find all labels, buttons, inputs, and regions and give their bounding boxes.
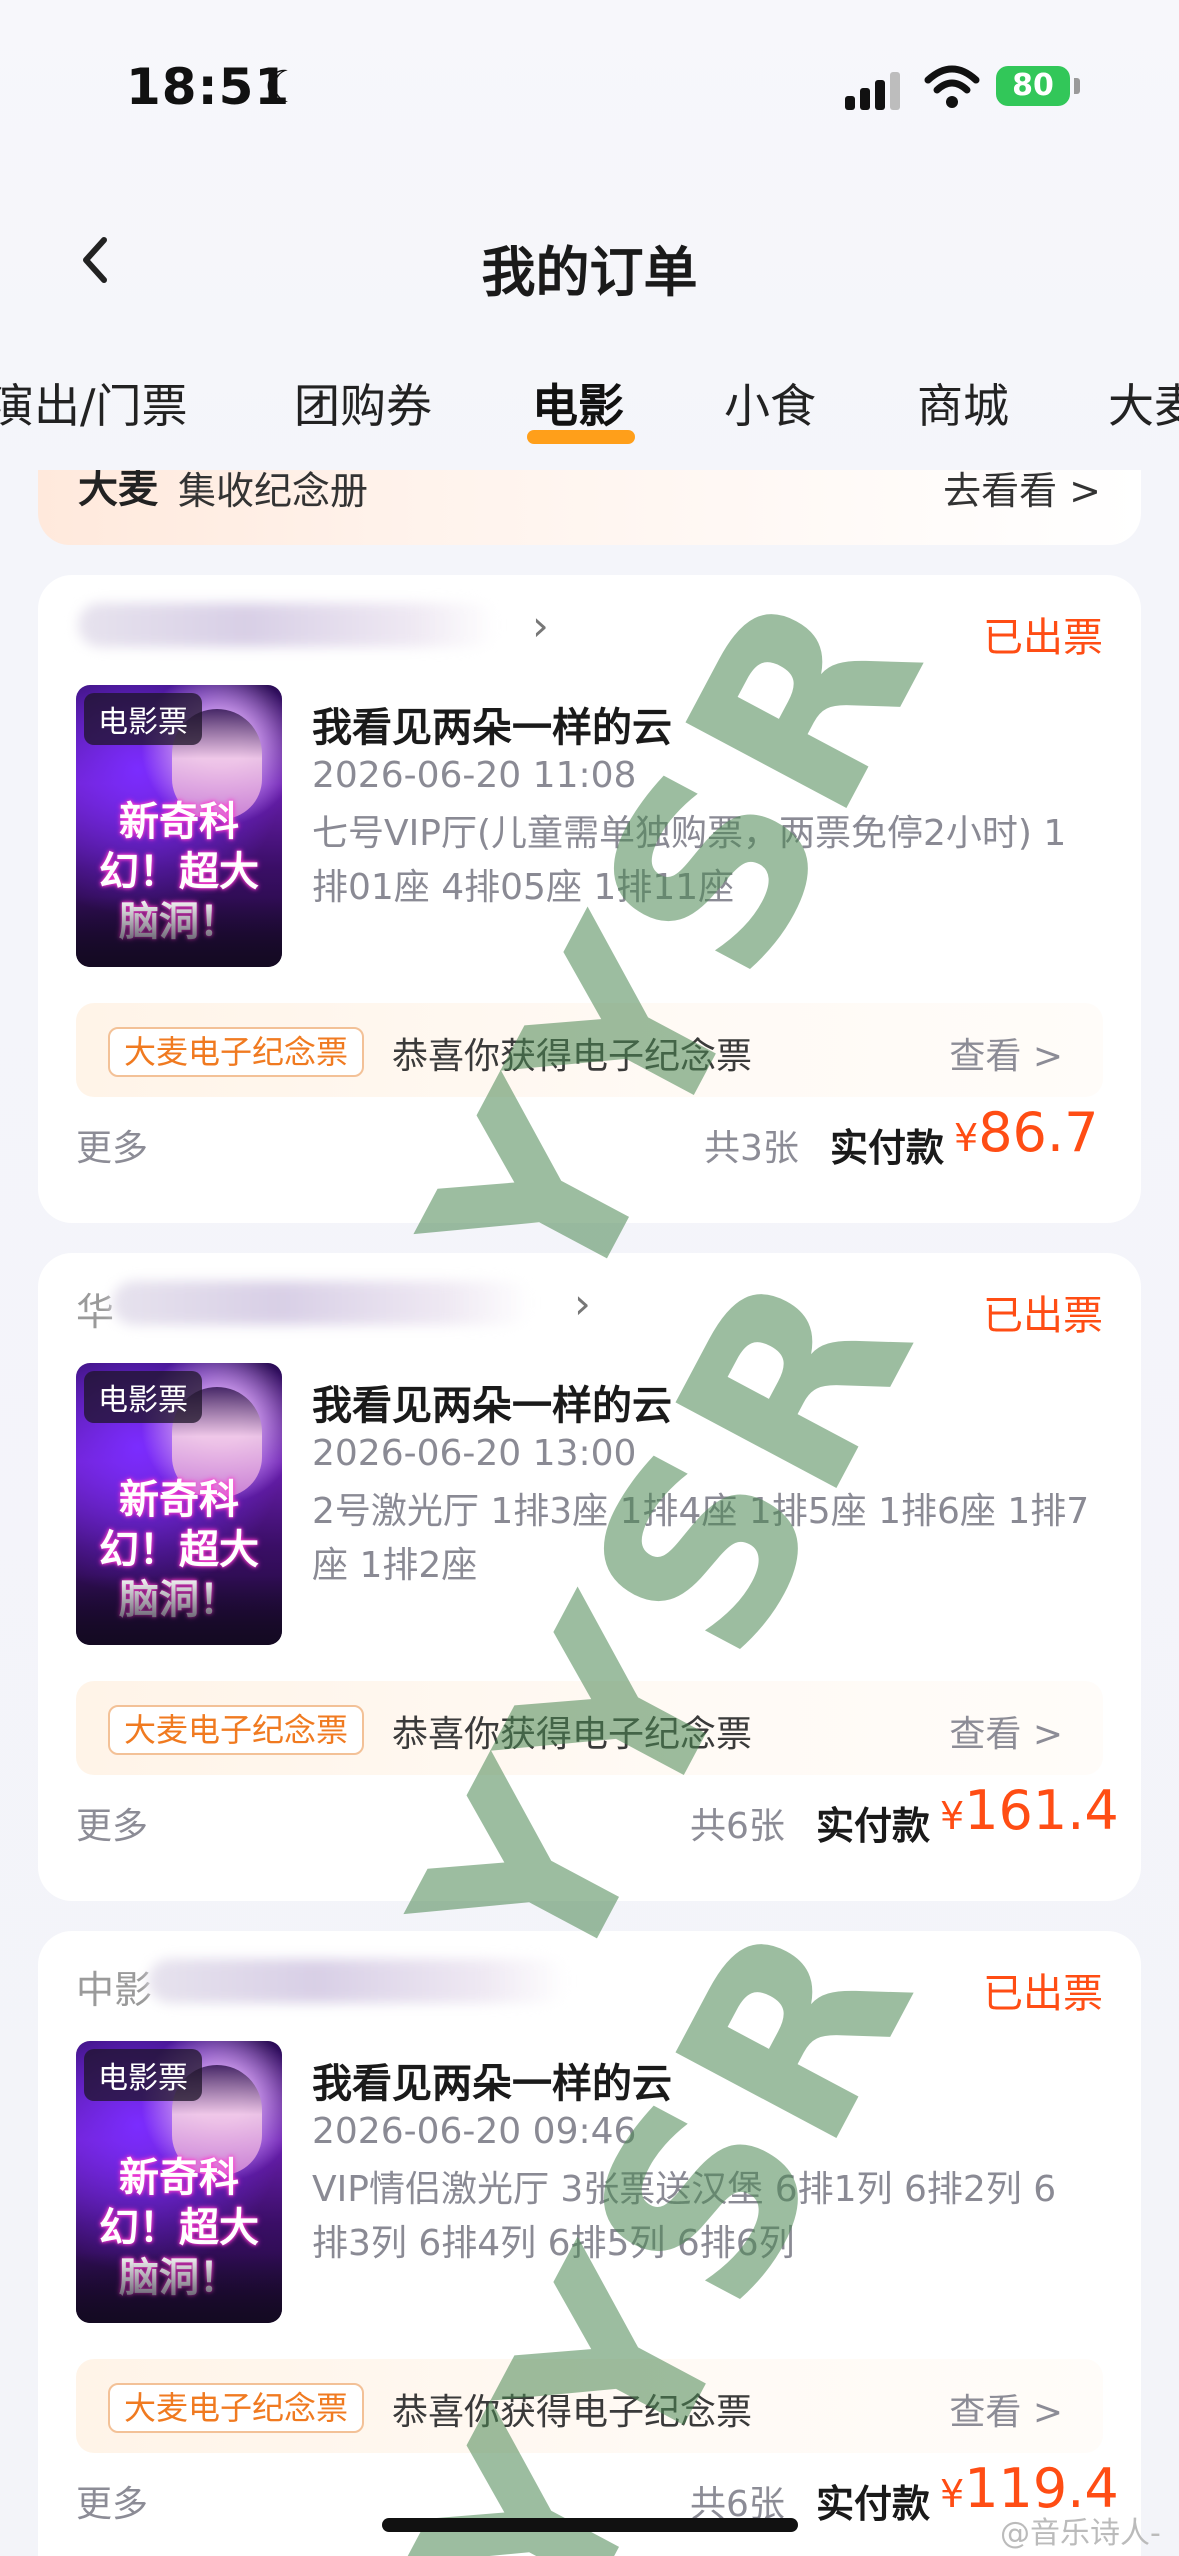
poster-footer: [76, 1575, 282, 1645]
poster-tag: 电影票: [84, 693, 202, 745]
battery-cap: [1074, 78, 1080, 94]
currency-symbol: ¥: [940, 2472, 965, 2516]
souvenir-ticket-bar[interactable]: 大麦电子纪念票 恭喜你获得电子纪念票 查看 >: [76, 1003, 1103, 1097]
paid-label: 实付款: [830, 1126, 945, 1170]
chevron-right-icon[interactable]: ›: [574, 1279, 591, 1328]
banner-text: 集收纪念册: [178, 470, 369, 513]
shop-name-blurred: [148, 1959, 568, 2003]
page-title: 我的订单: [481, 241, 698, 304]
order-status: 已出票: [983, 1293, 1103, 1339]
shop-name-prefix: 华: [76, 1290, 115, 1334]
hall-seats: 2号激光厅 1排3座 1排4座 1排5座 1排6座 1排7座 1排2座: [312, 1491, 1090, 1586]
movie-title: 我看见两朵一样的云: [312, 2061, 672, 2107]
movie-title: 我看见两朵一样的云: [312, 705, 672, 751]
view-souvenir-link[interactable]: 查看 >: [949, 2383, 1063, 2435]
movie-title: 我看见两朵一样的云: [312, 1383, 672, 1429]
tab-damai[interactable]: 大麦: [1108, 370, 1179, 436]
weibo-credit: @音乐诗人-: [1000, 2516, 1161, 2551]
order-card[interactable]: 中影 已出票 电影票 新奇科幻！超大脑洞！ 我看见两朵一样的云 2026-06-…: [38, 1931, 1141, 2556]
hall-seats: VIP情侣激光厅 3张票送汉堡 6排1列 6排2列 6排3列 6排4列 6排5列…: [312, 2169, 1057, 2264]
movie-poster[interactable]: 电影票 新奇科幻！超大脑洞！: [76, 2041, 282, 2323]
screen: 18:51 ☾ 80 我的订单 演出/门票 团购券 电影 小食 商城 大麦 大麦…: [0, 0, 1179, 2556]
paid-amount: ¥161.4: [940, 1779, 1119, 1842]
wifi-icon: [924, 65, 980, 108]
price-value: 161.4: [964, 1779, 1119, 1842]
poster-footer: [76, 2253, 282, 2323]
moon-icon: ☾: [264, 62, 304, 113]
souvenir-badge: 大麦电子纪念票: [108, 1027, 365, 1077]
tab-mall[interactable]: 商城: [917, 370, 1009, 436]
souvenir-ticket-bar[interactable]: 大麦电子纪念票 恭喜你获得电子纪念票 查看 >: [76, 1681, 1103, 1775]
home-indicator[interactable]: [382, 2518, 798, 2532]
souvenir-badge: 大麦电子纪念票: [108, 1705, 365, 1755]
active-tab-indicator: [527, 430, 635, 444]
ticket-count: 共3张: [704, 1128, 799, 1169]
currency-symbol: ¥: [954, 1116, 979, 1160]
movie-poster[interactable]: 电影票 新奇科幻！超大脑洞！: [76, 1363, 282, 1645]
price-value: 86.7: [978, 1101, 1099, 1164]
order-card[interactable]: › 已出票 电影票 新奇科幻！超大脑洞！ 我看见两朵一样的云 2026-06-2…: [38, 575, 1141, 1223]
poster-tag: 电影票: [84, 2049, 202, 2101]
movie-poster[interactable]: 电影票 新奇科幻！超大脑洞！: [76, 685, 282, 967]
hall-seats: 七号VIP厅(儿童需单独购票，两票免停2小时) 1排01座 4排05座 1排11…: [312, 813, 1067, 908]
showtime: 2026-06-20 09:46: [312, 2111, 637, 2152]
tab-group-coupons[interactable]: 团购券: [294, 370, 432, 436]
tab-snacks[interactable]: 小食: [724, 370, 816, 436]
souvenir-text: 恭喜你获得电子纪念票: [392, 1714, 753, 1755]
poster-footer: [76, 897, 282, 967]
view-souvenir-link[interactable]: 查看 >: [949, 1027, 1063, 1079]
souvenir-album-banner[interactable]: 大麦 集收纪念册 去看看 >: [38, 470, 1141, 545]
paid-label: 实付款: [816, 2482, 931, 2526]
currency-symbol: ¥: [940, 1794, 965, 1838]
poster-tag: 电影票: [84, 1371, 202, 1423]
order-status: 已出票: [983, 615, 1103, 661]
battery-icon: 80: [996, 66, 1070, 106]
order-status: 已出票: [983, 1971, 1103, 2017]
showtime: 2026-06-20 11:08: [312, 755, 637, 796]
chevron-right-icon[interactable]: ›: [532, 601, 549, 650]
view-souvenir-link[interactable]: 查看 >: [949, 1705, 1063, 1757]
status-bar: 18:51 ☾ 80: [0, 0, 1179, 170]
shop-name-blurred: [78, 603, 498, 647]
showtime: 2026-06-20 13:00: [312, 1433, 637, 1474]
damai-logo: 大麦: [78, 470, 158, 512]
paid-amount: ¥86.7: [954, 1101, 1098, 1164]
signal-icon: [845, 70, 905, 110]
souvenir-badge: 大麦电子纪念票: [108, 2383, 365, 2433]
ticket-count: 共6张: [690, 1806, 785, 1847]
tab-movies[interactable]: 电影: [532, 370, 624, 436]
souvenir-ticket-bar[interactable]: 大麦电子纪念票 恭喜你获得电子纪念票 查看 >: [76, 2359, 1103, 2453]
more-button[interactable]: 更多: [76, 2475, 148, 2527]
more-button[interactable]: 更多: [76, 1797, 148, 1849]
paid-label: 实付款: [816, 1804, 931, 1848]
tab-bar: 演出/门票 团购券 电影 小食 商城 大麦: [0, 370, 1179, 480]
tab-shows[interactable]: 演出/门票: [0, 370, 188, 436]
souvenir-text: 恭喜你获得电子纪念票: [392, 2392, 753, 2433]
souvenir-text: 恭喜你获得电子纪念票: [392, 1036, 753, 1077]
banner-action[interactable]: 去看看 >: [943, 470, 1101, 515]
shop-name-prefix: 中影: [76, 1968, 153, 2012]
shop-name-blurred: [112, 1281, 532, 1325]
order-card[interactable]: 华 › 已出票 电影票 新奇科幻！超大脑洞！ 我看见两朵一样的云 2026-06…: [38, 1253, 1141, 1901]
more-button[interactable]: 更多: [76, 1119, 148, 1171]
